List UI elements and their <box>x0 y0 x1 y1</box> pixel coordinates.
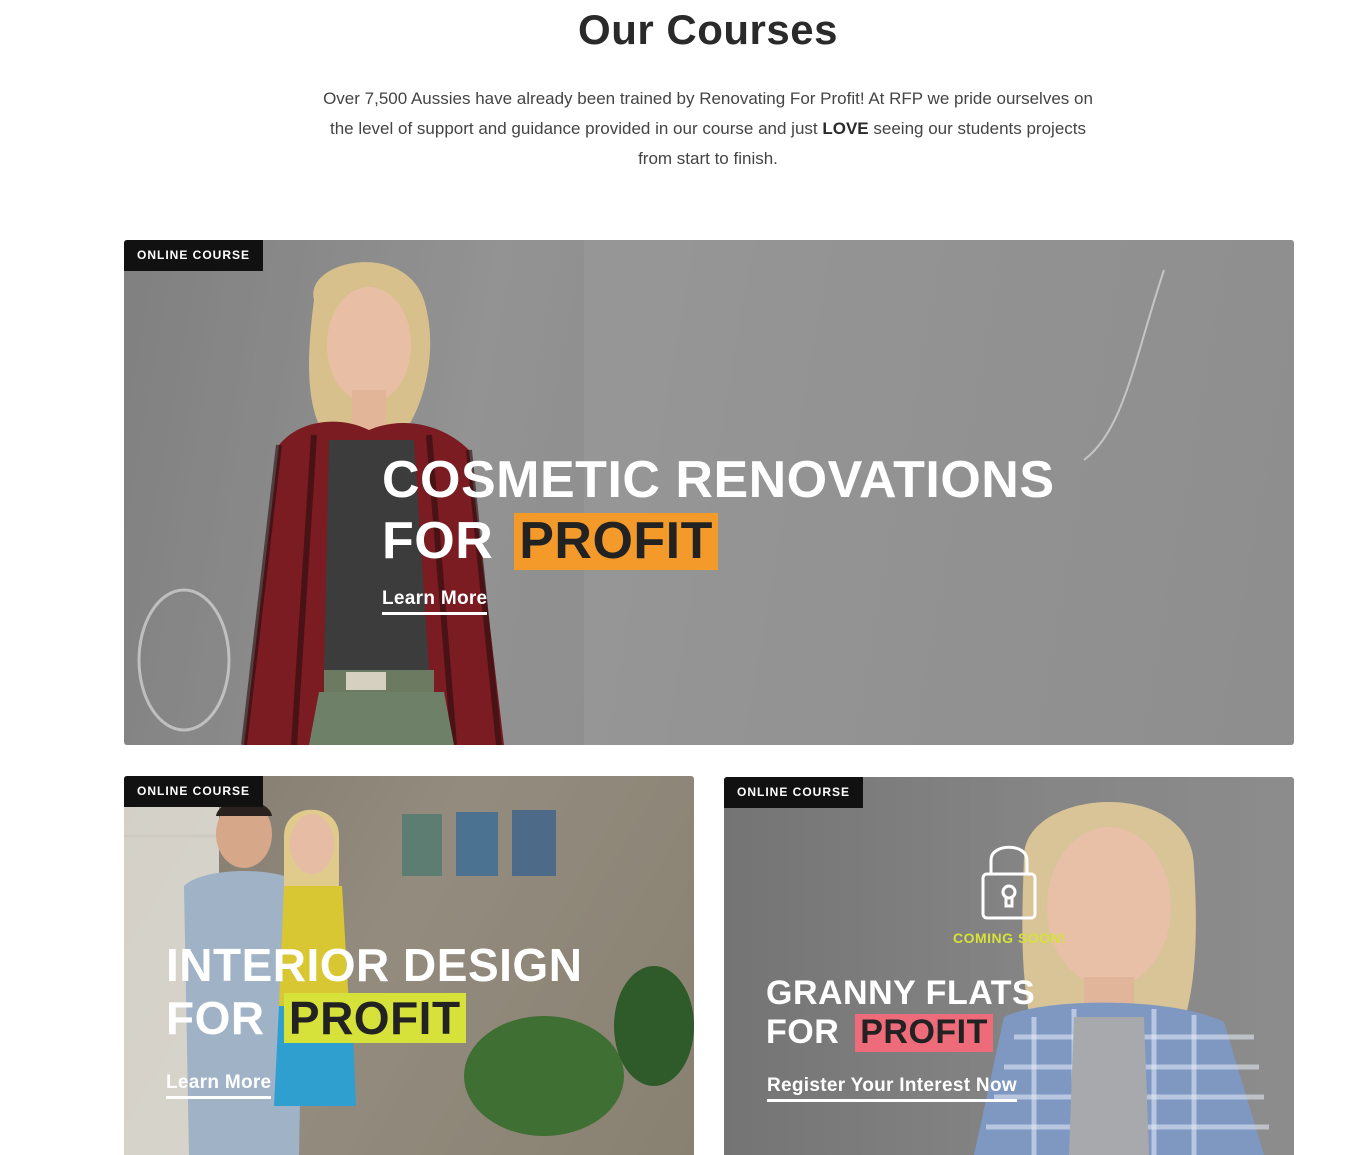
course-title: COSMETIC RENOVATIONS FOR PROFIT <box>382 451 1055 571</box>
course-title-for: FOR <box>766 1013 840 1052</box>
course-title-highlight: PROFIT <box>283 992 466 1044</box>
course-card-granny-flats[interactable]: ONLINE COURSE COMING SOON! GRANNY FLATS … <box>724 777 1294 1155</box>
course-title-highlight: PROFIT <box>514 512 718 571</box>
section-title: Our Courses <box>578 6 838 53</box>
course-card-interior-design[interactable]: ONLINE COURSE INTERIOR DESIGN FOR PROFIT… <box>124 776 694 1155</box>
intro-emphasis: LOVE <box>822 119 869 138</box>
coming-soon-label: COMING SOON! <box>953 930 1067 946</box>
course-title-for: FOR <box>166 991 265 1044</box>
course-title-line1: INTERIOR DESIGN <box>166 939 583 991</box>
learn-more-link[interactable]: Learn More <box>382 588 488 615</box>
course-badge: ONLINE COURSE <box>124 240 264 271</box>
course-title-line2: FOR PROFIT <box>766 1013 1035 1052</box>
register-interest-link[interactable]: Register Your Interest Now <box>767 1075 1017 1102</box>
course-title: GRANNY FLATS FOR PROFIT <box>766 974 1036 1052</box>
course-title-line1: GRANNY FLATS <box>766 974 1036 1012</box>
course-title-line2: FOR PROFIT <box>382 512 1055 571</box>
course-badge: ONLINE COURSE <box>124 776 264 807</box>
course-title-highlight: PROFIT <box>855 1013 993 1052</box>
learn-more-link[interactable]: Learn More <box>166 1072 272 1099</box>
section-intro: Over 7,500 Aussies have already been tra… <box>318 84 1098 174</box>
course-title-line2: FOR PROFIT <box>166 991 582 1044</box>
course-title-for: FOR <box>382 512 494 571</box>
course-badge: ONLINE COURSE <box>724 777 864 808</box>
course-card-cosmetic-renovations[interactable]: ONLINE COURSE COSMETIC RENOVATIONS FOR P… <box>124 240 1294 745</box>
course-title: INTERIOR DESIGN FOR PROFIT <box>166 939 583 1044</box>
course-title-line1: COSMETIC RENOVATIONS <box>382 451 1055 509</box>
padlock-icon <box>981 845 1037 920</box>
